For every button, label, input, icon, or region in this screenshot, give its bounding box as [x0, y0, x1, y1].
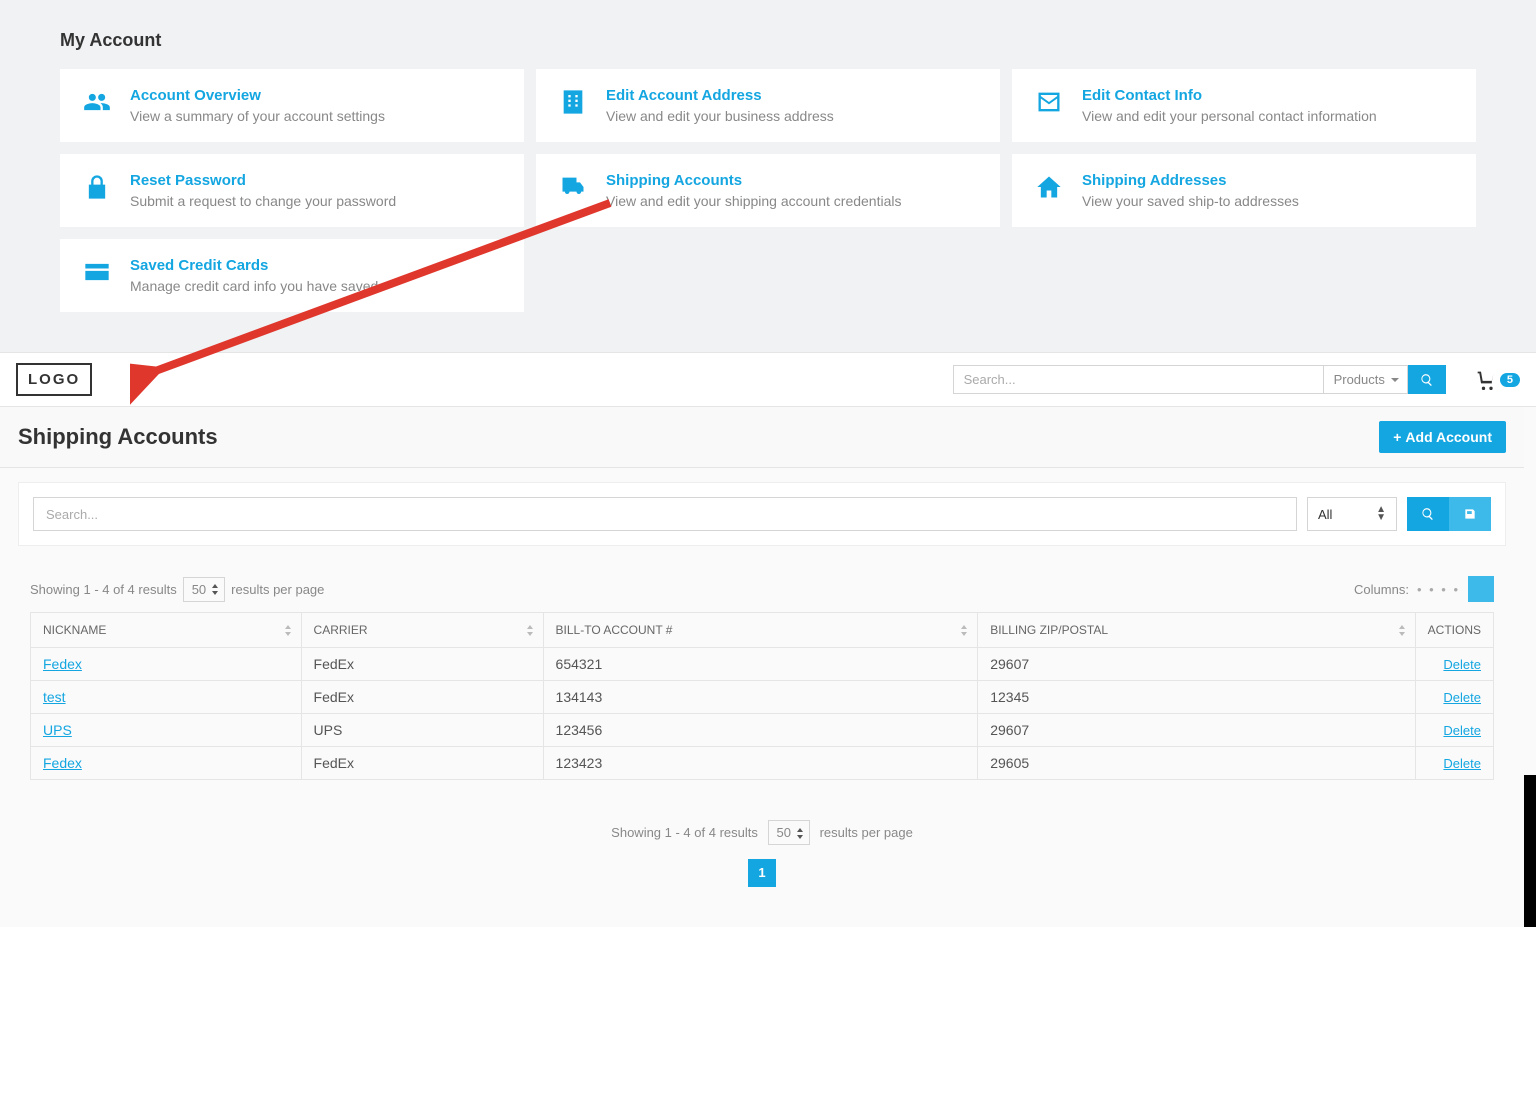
card-desc: View a summary of your account settings: [130, 108, 502, 124]
results-per-page-label: results per page: [231, 582, 324, 597]
search-icon: [1421, 507, 1435, 521]
delete-link[interactable]: Delete: [1443, 756, 1481, 771]
save-icon: [1463, 507, 1477, 521]
footer-results: Showing 1 - 4 of 4 results 50 results pe…: [0, 820, 1524, 845]
cart-icon: [1476, 370, 1496, 390]
header-search: Products: [953, 365, 1446, 394]
cart-count-badge: 5: [1500, 373, 1520, 387]
truck-icon: [558, 172, 588, 202]
filter-search-input[interactable]: [33, 497, 1297, 531]
card-desc: View and edit your business address: [606, 108, 978, 124]
nickname-link[interactable]: UPS: [43, 722, 72, 738]
envelope-icon: [1034, 87, 1064, 117]
card-title: Edit Account Address: [606, 87, 978, 104]
my-account-panel: My Account Account Overview View a summa…: [0, 0, 1536, 353]
plus-icon: +: [1393, 429, 1401, 445]
logo[interactable]: LOGO: [16, 363, 92, 396]
carrier-cell: FedEx: [301, 747, 543, 780]
nickname-link[interactable]: test: [43, 689, 66, 705]
carrier-cell: FedEx: [301, 648, 543, 681]
card-desc: View and edit your personal contact info…: [1082, 108, 1454, 124]
shipping-accounts-table: NICKNAME CARRIER BILL-TO ACCOUNT # BILLI…: [30, 612, 1494, 780]
add-account-button[interactable]: + Add Account: [1379, 421, 1506, 453]
card-reset-password[interactable]: Reset Password Submit a request to chang…: [60, 154, 524, 227]
card-account-overview[interactable]: Account Overview View a summary of your …: [60, 69, 524, 142]
header-search-scope[interactable]: Products: [1323, 365, 1408, 394]
zip-cell: 29607: [978, 714, 1415, 747]
filter-scope-select[interactable]: All ▲▼: [1307, 497, 1397, 531]
header-search-button[interactable]: [1408, 365, 1446, 394]
billto-cell: 654321: [543, 648, 978, 681]
carrier-cell: FedEx: [301, 681, 543, 714]
zip-cell: 29605: [978, 747, 1415, 780]
columns-label: Columns:: [1354, 582, 1409, 597]
results-count: Showing 1 - 4 of 4 results: [30, 582, 177, 597]
col-billto[interactable]: BILL-TO ACCOUNT #: [543, 613, 978, 648]
home-icon: [1034, 172, 1064, 202]
delete-link[interactable]: Delete: [1443, 723, 1481, 738]
card-desc: View your saved ship-to addresses: [1082, 193, 1454, 209]
card-title: Reset Password: [130, 172, 502, 189]
columns-config-button[interactable]: [1468, 576, 1494, 602]
zip-cell: 12345: [978, 681, 1415, 714]
pager: 1: [0, 859, 1524, 887]
users-icon: [82, 87, 112, 117]
delete-link[interactable]: Delete: [1443, 690, 1481, 705]
filter-bar: All ▲▼: [18, 482, 1506, 546]
table-row: Fedex FedEx65432129607 Delete: [31, 648, 1494, 681]
page-title: Shipping Accounts: [18, 424, 218, 450]
pager-page-1[interactable]: 1: [748, 859, 776, 887]
nickname-link[interactable]: Fedex: [43, 656, 82, 672]
header-bar: LOGO Products 5: [0, 353, 1536, 407]
table-header-row: NICKNAME CARRIER BILL-TO ACCOUNT # BILLI…: [31, 613, 1494, 648]
table-row: test FedEx13414312345 Delete: [31, 681, 1494, 714]
search-icon: [1420, 373, 1434, 387]
footer-per-page-label: results per page: [820, 825, 913, 840]
billto-cell: 123423: [543, 747, 978, 780]
results-bar: Showing 1 - 4 of 4 results 50 results pe…: [0, 576, 1524, 612]
filter-save-button[interactable]: [1449, 497, 1491, 531]
card-desc: Manage credit card info you have saved: [130, 278, 502, 294]
add-account-label: Add Account: [1405, 429, 1492, 445]
table-row: Fedex FedEx12342329605 Delete: [31, 747, 1494, 780]
col-zip[interactable]: BILLING ZIP/POSTAL: [978, 613, 1415, 648]
header-search-input[interactable]: [953, 365, 1323, 394]
col-actions: ACTIONS: [1415, 613, 1493, 648]
card-contact-info[interactable]: Edit Contact Info View and edit your per…: [1012, 69, 1476, 142]
filter-search-button[interactable]: [1407, 497, 1449, 531]
results-per-page-select[interactable]: 50: [183, 577, 225, 602]
card-shipping-accounts[interactable]: Shipping Accounts View and edit your shi…: [536, 154, 1000, 227]
zip-cell: 29607: [978, 648, 1415, 681]
cart-button[interactable]: 5: [1476, 370, 1520, 390]
lock-icon: [82, 172, 112, 202]
carrier-cell: UPS: [301, 714, 543, 747]
delete-link[interactable]: Delete: [1443, 657, 1481, 672]
building-icon: [558, 87, 588, 117]
billto-cell: 123456: [543, 714, 978, 747]
card-title: Shipping Addresses: [1082, 172, 1454, 189]
col-carrier[interactable]: CARRIER: [301, 613, 543, 648]
page-header: Shipping Accounts + Add Account: [0, 407, 1524, 468]
card-title: Account Overview: [130, 87, 502, 104]
billto-cell: 134143: [543, 681, 978, 714]
card-desc: View and edit your shipping account cred…: [606, 193, 978, 209]
card-shipping-addresses[interactable]: Shipping Addresses View your saved ship-…: [1012, 154, 1476, 227]
nickname-link[interactable]: Fedex: [43, 755, 82, 771]
card-saved-cards[interactable]: Saved Credit Cards Manage credit card in…: [60, 239, 524, 312]
account-cards-grid: Account Overview View a summary of your …: [60, 69, 1476, 312]
col-nickname[interactable]: NICKNAME: [31, 613, 302, 648]
my-account-title: My Account: [60, 30, 1476, 51]
footer-results-count: Showing 1 - 4 of 4 results: [611, 825, 758, 840]
scrollbar-region: [1524, 775, 1536, 927]
card-title: Shipping Accounts: [606, 172, 978, 189]
card-title: Edit Contact Info: [1082, 87, 1454, 104]
card-title: Saved Credit Cards: [130, 257, 502, 274]
card-edit-address[interactable]: Edit Account Address View and edit your …: [536, 69, 1000, 142]
credit-card-icon: [82, 257, 112, 287]
footer-per-page-select[interactable]: 50: [768, 820, 810, 845]
card-desc: Submit a request to change your password: [130, 193, 502, 209]
table-row: UPSUPS12345629607Delete: [31, 714, 1494, 747]
columns-dots: • • • •: [1417, 582, 1460, 597]
